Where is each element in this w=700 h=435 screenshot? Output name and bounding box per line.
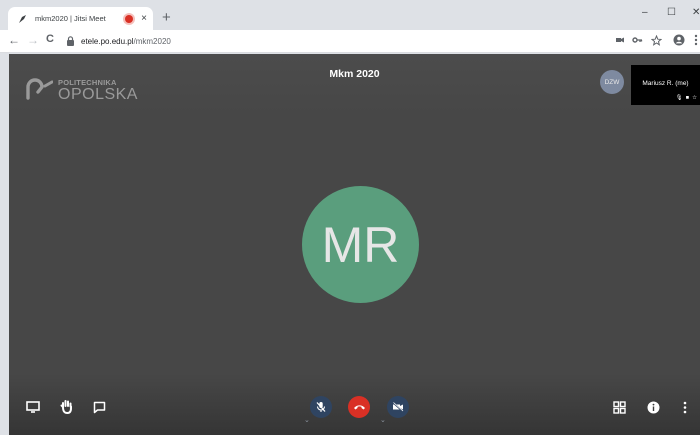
share-screen-button[interactable] [26, 401, 40, 413]
hangup-icon [353, 405, 365, 410]
mic-muted-indicator-icon: 🎙 [675, 95, 683, 101]
recording-indicator-icon [125, 14, 134, 23]
account-icon[interactable] [673, 34, 685, 46]
raise-hand-button[interactable] [60, 399, 74, 414]
lock-icon [66, 36, 75, 46]
raise-hand-icon [60, 400, 72, 414]
video-settings-caret[interactable]: ⌄ [380, 417, 386, 424]
tab-title: mkm2020 | Jitsi Meet [35, 14, 106, 23]
moderator-star-icon: ☆ [692, 95, 697, 101]
hangup-button[interactable] [348, 396, 370, 418]
more-actions-button[interactable] [683, 401, 687, 414]
share-screen-icon [26, 401, 40, 413]
browser-toolbar: ← → C etele.po.edu.pl/mkm2020 [0, 30, 700, 53]
tab-strip: mkm2020 | Jitsi Meet × + – ☐ ✕ [0, 0, 700, 30]
chat-button[interactable] [93, 401, 106, 414]
logo-mark-icon [26, 78, 53, 100]
toggle-microphone-button[interactable] [310, 396, 332, 418]
address-bar[interactable]: etele.po.edu.pl/mkm2020 [60, 32, 612, 50]
reload-button[interactable]: C [46, 34, 54, 45]
tile-view-icon [613, 401, 626, 414]
maximize-button[interactable]: ☐ [667, 8, 676, 18]
organization-logo: POLITECHNIKA OPOLSKA [25, 78, 138, 103]
camera-off-icon [392, 402, 404, 412]
audio-settings-caret[interactable]: ⌄ [304, 417, 310, 424]
jitsi-favicon-icon [18, 14, 28, 24]
new-tab-button[interactable]: + [162, 10, 171, 25]
meeting-title: Mkm 2020 [329, 68, 380, 80]
back-button[interactable]: ← [8, 34, 20, 46]
info-button[interactable] [647, 401, 660, 414]
toggle-camera-button[interactable] [387, 396, 409, 418]
forward-button[interactable]: → [27, 34, 39, 46]
info-icon [647, 401, 660, 414]
tab-close-button[interactable]: × [141, 13, 147, 24]
participant-thumbnail[interactable]: Mariusz R. (me) 🎙 ■ ☆ [631, 65, 700, 105]
key-icon[interactable] [632, 35, 643, 45]
mic-muted-icon [316, 402, 326, 412]
star-icon[interactable] [651, 35, 662, 46]
url-path: /mkm2020 [133, 36, 171, 46]
dominant-speaker-avatar: MR [302, 186, 419, 303]
thumbnail-name: Mariusz R. (me) [642, 80, 689, 87]
chat-icon [93, 401, 106, 414]
camera-icon[interactable] [615, 35, 625, 45]
local-participant-avatar[interactable]: DZW [600, 70, 624, 94]
browser-tab[interactable]: mkm2020 | Jitsi Meet × [8, 7, 153, 30]
camera-off-indicator-icon: ■ [685, 95, 690, 101]
minimize-button[interactable]: – [642, 8, 648, 18]
tile-view-button[interactable] [613, 401, 626, 414]
more-icon [683, 401, 687, 414]
close-window-button[interactable]: ✕ [692, 8, 700, 18]
logo-text-line2: OPOLSKA [58, 86, 138, 103]
browser-menu-icon[interactable] [694, 34, 698, 46]
meeting-stage: POLITECHNIKA OPOLSKA Mkm 2020 DZW Marius… [9, 54, 700, 435]
url-host: etele.po.edu.pl [81, 36, 134, 46]
